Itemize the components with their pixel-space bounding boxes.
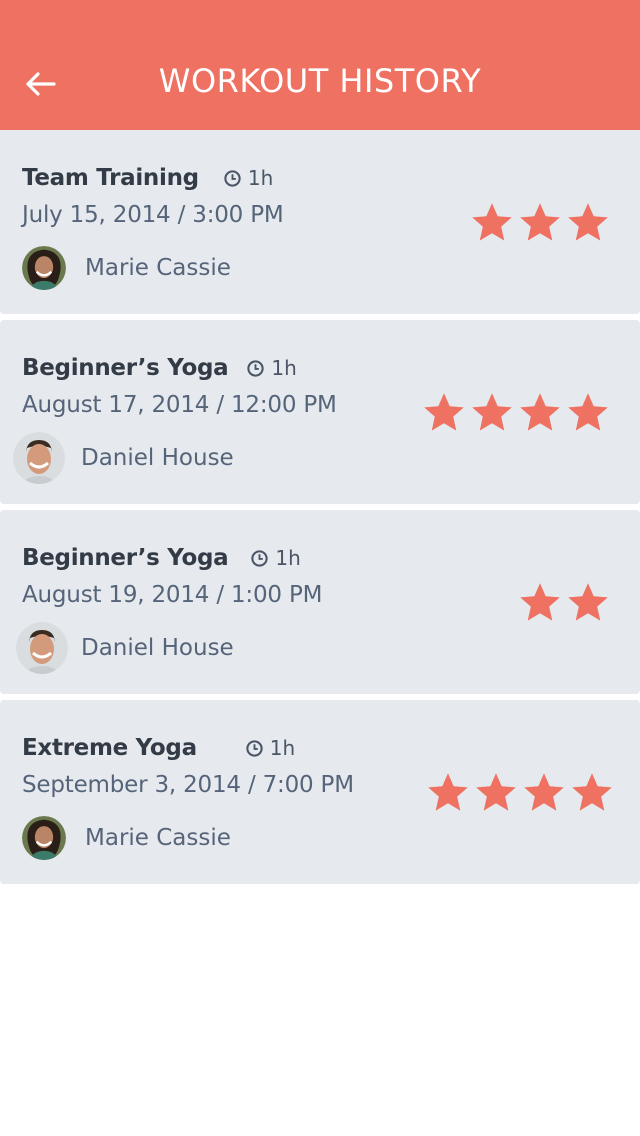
star-icon bbox=[520, 393, 560, 431]
trainer-avatar bbox=[13, 432, 65, 484]
workout-card[interactable]: Beginner’s Yoga 1h August 17, 2014 / 12:… bbox=[0, 320, 640, 504]
trainer-row: Marie Cassie bbox=[14, 242, 231, 294]
trainer-avatar bbox=[22, 246, 66, 290]
workout-date-time: September 3, 2014 / 7:00 PM bbox=[22, 772, 354, 798]
star-icon bbox=[520, 583, 560, 621]
trainer-row: Marie Cassie bbox=[14, 812, 231, 864]
trainer-name: Marie Cassie bbox=[85, 825, 231, 851]
workout-date-time: July 15, 2014 / 3:00 PM bbox=[22, 202, 284, 228]
workout-duration: 1h bbox=[246, 356, 297, 380]
workout-name: Extreme Yoga bbox=[22, 735, 197, 761]
workout-card[interactable]: Team Training 1h July 15, 2014 / 3:00 PM… bbox=[0, 130, 640, 314]
rating-stars bbox=[466, 200, 610, 246]
star-icon bbox=[472, 203, 512, 241]
workout-title-row: Beginner’s Yoga 1h bbox=[22, 540, 301, 576]
workout-card[interactable]: Beginner’s Yoga 1h August 19, 2014 / 1:0… bbox=[0, 510, 640, 694]
star-icon bbox=[524, 773, 564, 811]
star-icon bbox=[572, 773, 612, 811]
page-title: WORKOUT HISTORY bbox=[158, 62, 482, 100]
workout-duration: 1h bbox=[245, 736, 295, 760]
workout-duration: 1h bbox=[223, 166, 273, 190]
trainer-avatar bbox=[22, 816, 66, 860]
rating-stars bbox=[514, 580, 610, 626]
duration-label: 1h bbox=[247, 166, 274, 190]
trainer-row: Daniel House bbox=[13, 432, 234, 484]
workout-title-row: Extreme Yoga 1h bbox=[22, 730, 295, 766]
rating-stars bbox=[418, 390, 610, 436]
trainer-name: Daniel House bbox=[81, 635, 234, 661]
trainer-name: Daniel House bbox=[81, 445, 234, 471]
workout-list: Team Training 1h July 15, 2014 / 3:00 PM… bbox=[0, 130, 640, 890]
clock-icon bbox=[251, 549, 269, 567]
trainer-row: Daniel House bbox=[14, 622, 234, 674]
star-icon bbox=[568, 203, 608, 241]
clock-icon bbox=[246, 739, 263, 757]
duration-label: 1h bbox=[271, 356, 297, 380]
star-icon bbox=[428, 773, 468, 811]
star-icon bbox=[520, 203, 560, 241]
star-icon bbox=[476, 773, 516, 811]
star-icon bbox=[424, 393, 464, 431]
workout-name: Beginner’s Yoga bbox=[22, 355, 229, 381]
workout-card[interactable]: Extreme Yoga 1h September 3, 2014 / 7:00… bbox=[0, 700, 640, 884]
app-header: WORKOUT HISTORY bbox=[0, 0, 640, 130]
workout-title-row: Beginner’s Yoga 1h bbox=[22, 350, 297, 386]
rating-stars bbox=[422, 770, 614, 816]
duration-label: 1h bbox=[269, 736, 296, 760]
star-icon bbox=[568, 583, 608, 621]
clock-icon bbox=[247, 359, 265, 377]
star-icon bbox=[568, 393, 608, 431]
trainer-avatar bbox=[16, 622, 68, 674]
clock-icon bbox=[224, 169, 241, 187]
workout-date-time: August 19, 2014 / 1:00 PM bbox=[22, 582, 323, 608]
workout-name: Team Training bbox=[22, 165, 199, 191]
workout-title-row: Team Training 1h bbox=[22, 160, 273, 196]
workout-date-time: August 17, 2014 / 12:00 PM bbox=[22, 392, 337, 418]
duration-label: 1h bbox=[275, 546, 301, 570]
workout-duration: 1h bbox=[250, 546, 301, 570]
star-icon bbox=[472, 393, 512, 431]
workout-name: Beginner’s Yoga bbox=[22, 545, 229, 571]
trainer-name: Marie Cassie bbox=[85, 255, 231, 281]
